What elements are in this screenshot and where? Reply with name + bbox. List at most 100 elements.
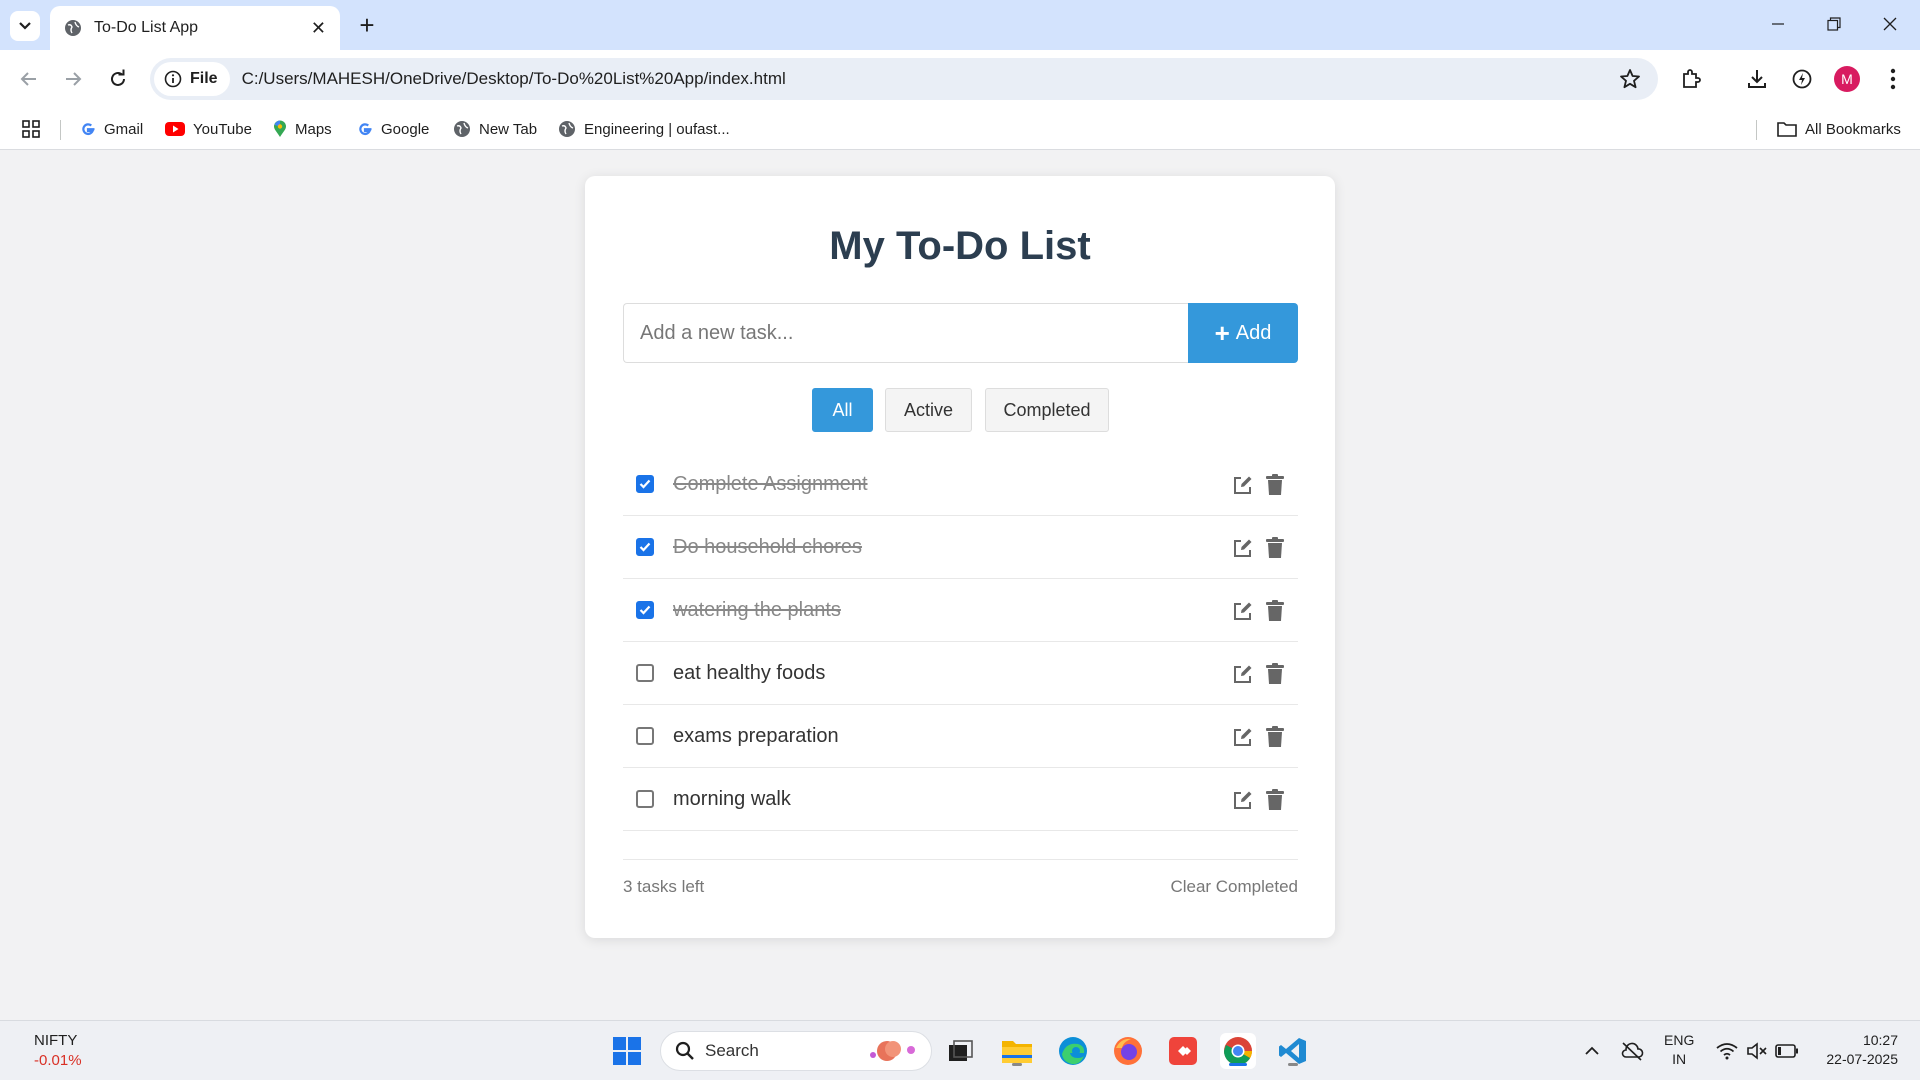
bookmark-google[interactable]: Google [357,116,429,142]
site-info-chip[interactable]: File [154,62,230,96]
maps-icon [273,120,287,138]
new-task-input[interactable] [623,303,1188,363]
edit-task-button[interactable] [1231,599,1255,623]
tab-title: To-Do List App [94,19,199,36]
start-button[interactable] [609,1033,645,1069]
bookmark-youtube[interactable]: YouTube [165,116,252,142]
search-icon [675,1041,694,1060]
clear-completed-button[interactable]: Clear Completed [1170,877,1298,897]
browser-toolbar: File C:/Users/MAHESH/OneDrive/Desktop/To… [0,50,1920,108]
edit-task-button[interactable] [1231,725,1255,749]
address-bar[interactable]: File C:/Users/MAHESH/OneDrive/Desktop/To… [150,58,1658,100]
todo-card: My To-Do List + Add All Active Completed… [585,176,1335,938]
task-view-button[interactable] [943,1033,979,1069]
edit-task-button[interactable] [1231,662,1255,686]
delete-task-button[interactable] [1263,473,1287,497]
clock-time: 10:27 [1862,1032,1898,1048]
edge-button[interactable] [1055,1033,1091,1069]
back-button[interactable] [14,64,44,94]
edit-task-button[interactable] [1231,788,1255,812]
new-tab-button[interactable]: + [352,10,382,40]
task-item: Complete Assignment [623,453,1298,516]
search-highlight-icon [870,1041,915,1061]
extensions-button[interactable] [1676,64,1706,94]
battery-icon [1775,1044,1798,1058]
bookmark-star-icon[interactable] [1618,67,1642,91]
restore-icon [1827,17,1841,31]
tab-search-button[interactable] [10,11,40,41]
language-indicator[interactable]: ENG IN [1664,1031,1694,1069]
task-checkbox[interactable] [636,727,654,745]
volume-status[interactable] [1745,1039,1769,1063]
bookmarks-divider [1756,120,1757,140]
edit-task-button[interactable] [1231,536,1255,560]
running-indicator [1288,1063,1298,1066]
filter-active-button[interactable]: Active [885,388,972,432]
all-bookmarks-button[interactable]: All Bookmarks [1777,116,1901,142]
firefox-icon [1114,1037,1142,1065]
filter-completed-button[interactable]: Completed [985,388,1109,432]
bookmark-label: Gmail [104,120,144,138]
firefox-button[interactable] [1110,1033,1146,1069]
apps-grid-icon [22,120,40,138]
windows-taskbar: NIFTY -0.01% Search ENG IN 10:27 22-07-2… [0,1020,1920,1080]
close-window-button[interactable] [1870,8,1910,40]
add-task-button[interactable]: + Add [1188,303,1298,363]
close-tab-icon[interactable]: ✕ [311,18,326,39]
edit-icon [1234,539,1252,557]
checkmark-icon [639,479,651,489]
vscode-button[interactable] [1275,1033,1311,1069]
delete-task-button[interactable] [1263,725,1287,749]
trash-icon [1266,474,1284,495]
delete-task-button[interactable] [1263,662,1287,686]
delete-task-button[interactable] [1263,536,1287,560]
globe-icon [65,20,81,36]
bookmark-new-tab[interactable]: New Tab [453,116,537,142]
show-hidden-icons-button[interactable] [1580,1039,1604,1063]
youtube-icon [165,122,185,136]
browser-tab[interactable]: To-Do List App ✕ [50,6,340,50]
google-icon [357,121,373,137]
restore-button[interactable] [1814,8,1854,40]
performance-button[interactable] [1787,64,1817,94]
folder-icon [1002,1041,1032,1063]
task-item: Do household chores [623,516,1298,579]
task-checkbox[interactable] [636,475,654,493]
bookmark-maps[interactable]: Maps [273,116,332,142]
battery-status[interactable] [1775,1039,1799,1063]
downloads-button[interactable] [1742,64,1772,94]
chrome-button[interactable] [1220,1033,1256,1069]
bookmark-engineering[interactable]: Engineering | oufast... [558,116,730,142]
profile-avatar[interactable]: M [1834,66,1860,92]
url-text[interactable]: C:/Users/MAHESH/OneDrive/Desktop/To-Do%2… [242,69,786,89]
globe-icon [558,120,576,138]
taskbar-search[interactable]: Search [660,1031,932,1071]
task-checkbox[interactable] [636,664,654,682]
filter-all-button[interactable]: All [812,388,873,432]
apps-button[interactable] [22,116,40,142]
edit-task-button[interactable] [1231,473,1255,497]
stock-ticker-widget[interactable]: NIFTY -0.01% [34,1031,82,1071]
trash-icon [1266,663,1284,684]
task-checkbox[interactable] [636,601,654,619]
bookmark-gmail[interactable]: Gmail [80,116,143,142]
reload-button[interactable] [103,64,133,94]
task-item: morning walk [623,768,1298,831]
file-explorer-button[interactable] [999,1033,1035,1069]
anydesk-button[interactable] [1165,1033,1201,1069]
task-checkbox[interactable] [636,538,654,556]
delete-task-button[interactable] [1263,788,1287,812]
minimize-button[interactable] [1758,8,1798,40]
wifi-status[interactable] [1715,1039,1739,1063]
anydesk-icon [1169,1037,1197,1065]
clock[interactable]: 10:27 22-07-2025 [1818,1031,1898,1069]
browser-menu-button[interactable] [1878,64,1908,94]
onedrive-button[interactable] [1620,1039,1644,1063]
delete-task-button[interactable] [1263,599,1287,623]
task-list: Complete Assignment Do household chores … [623,453,1298,831]
puzzle-icon [1683,69,1701,88]
task-checkbox[interactable] [636,790,654,808]
forward-button[interactable] [58,64,88,94]
edit-icon [1234,602,1252,620]
all-bookmarks-label: All Bookmarks [1805,120,1901,138]
